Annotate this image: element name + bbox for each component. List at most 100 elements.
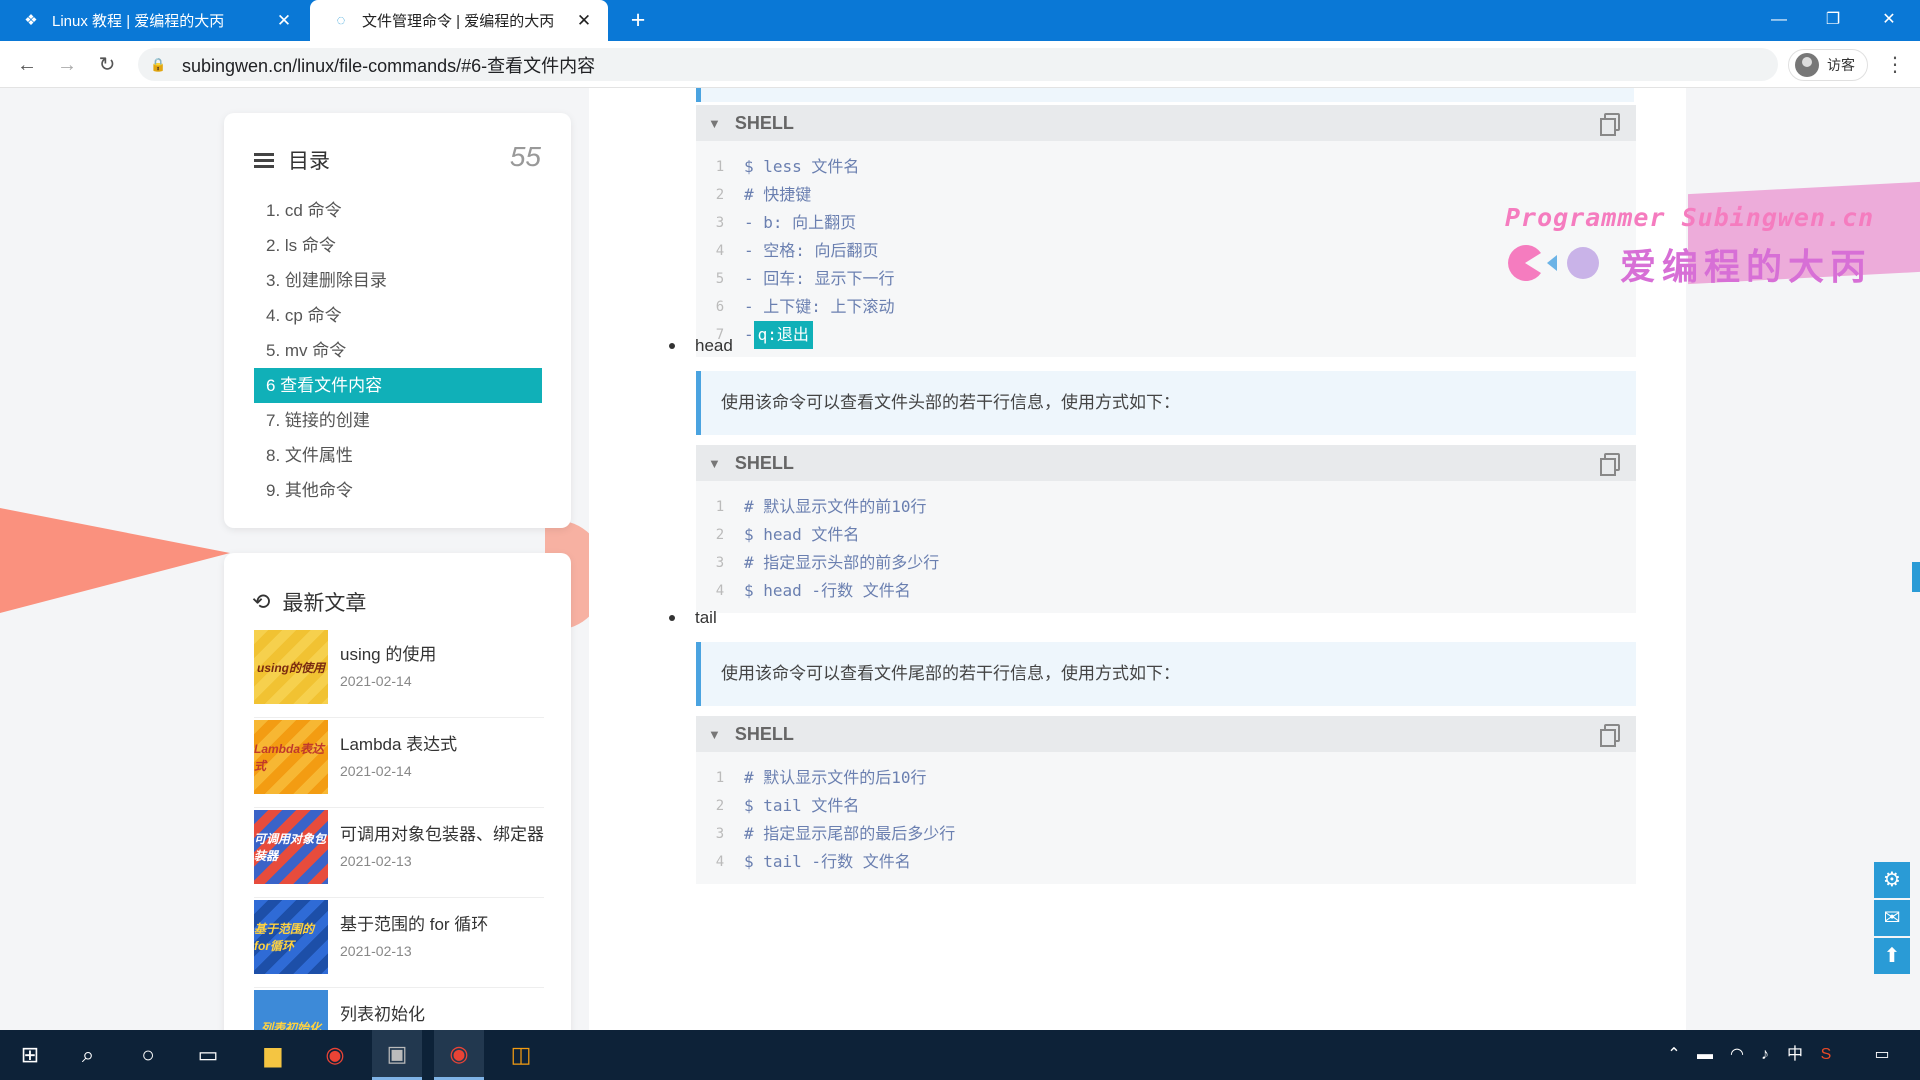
site-favicon-icon: ❖ xyxy=(24,11,38,29)
code-line: 2 $ head 文件名 xyxy=(715,525,860,544)
post-title[interactable]: 可调用对象包装器、绑定器 xyxy=(340,820,544,845)
post-title[interactable]: using 的使用 xyxy=(340,640,436,665)
recent-post[interactable]: Lambda表达式 Lambda 表达式 2021-02-14 xyxy=(254,718,544,808)
copy-icon[interactable] xyxy=(1600,724,1620,747)
browser-tab-linux-tutorial[interactable]: ❖ Linux 教程 | 爱编程的大丙 ✕ xyxy=(0,0,308,41)
code-language: SHELL xyxy=(734,112,794,133)
recent-post[interactable]: using的使用 using 的使用 2021-02-14 xyxy=(254,628,544,718)
forward-arrow-icon[interactable]: → xyxy=(52,50,82,80)
code-line: 2 # 快捷键 xyxy=(715,185,812,204)
bullet-text: head xyxy=(695,336,733,355)
profile-button[interactable]: 访客 xyxy=(1788,49,1868,81)
post-title[interactable]: 基于范围的 for 循环 xyxy=(340,910,488,935)
restore-window-icon[interactable]: ❐ xyxy=(1810,6,1856,34)
toc-item[interactable]: 2. ls 命令 xyxy=(254,228,542,263)
minimize-window-icon[interactable]: — xyxy=(1756,6,1802,34)
back-arrow-icon[interactable]: ← xyxy=(12,50,42,80)
close-tab-icon[interactable]: ✕ xyxy=(574,11,594,31)
scroll-indicator[interactable] xyxy=(1912,562,1920,592)
task-view-icon[interactable]: ▭ xyxy=(183,1030,233,1080)
recent-post[interactable]: 基于范围的for循环 基于范围的 for 循环 2021-02-13 xyxy=(254,898,544,988)
code-language: SHELL xyxy=(734,452,794,473)
code-line: 3 # 指定显示尾部的最后多少行 xyxy=(715,824,956,843)
toc-item-active[interactable]: 6 查看文件内容 xyxy=(254,368,542,403)
post-date: 2021-02-13 xyxy=(340,943,412,959)
battery-icon[interactable]: ▬ xyxy=(1692,1030,1718,1080)
url-text[interactable]: subingwen.cn/linux/file-commands/#6-查看文件… xyxy=(182,52,595,78)
chrome-icon[interactable]: ◉ xyxy=(310,1030,360,1080)
address-bar[interactable]: 🔒 subingwen.cn/linux/file-commands/#6-查看… xyxy=(138,48,1778,81)
thumbnail-text: 基于范围的for循环 xyxy=(254,922,315,953)
close-window-icon[interactable]: ✕ xyxy=(1866,6,1912,34)
new-tab-button[interactable]: + xyxy=(625,7,651,33)
post-thumbnail[interactable]: using的使用 xyxy=(254,630,328,704)
site-watermark-logo: Programmer Subingwen.cn 爱编程的大丙 xyxy=(1500,203,1873,293)
copy-icon[interactable] xyxy=(1600,453,1620,476)
code-block-header[interactable]: ▼ SHELL xyxy=(696,105,1636,141)
code-block: ▼ SHELL 1 $ less 文件名 2 # 快捷键 3- b: 向上翻页 4-… xyxy=(696,105,1636,357)
post-date: 2021-02-13 xyxy=(340,853,412,869)
volume-icon[interactable]: ♪ xyxy=(1752,1030,1778,1080)
highlighted-text: q:退出 xyxy=(753,321,813,349)
history-icon: ⟲ xyxy=(252,589,271,614)
post-title[interactable]: Lambda 表达式 xyxy=(340,730,457,755)
chevron-down-icon[interactable]: ▼ xyxy=(708,116,721,131)
close-tab-icon[interactable]: ✕ xyxy=(274,11,294,31)
reload-icon[interactable]: ↻ xyxy=(92,50,122,80)
toc-item[interactable]: 8. 文件属性 xyxy=(254,438,542,473)
post-thumbnail[interactable]: 列表初始化 xyxy=(254,990,328,1030)
code-block-header[interactable]: ▼ SHELL xyxy=(696,445,1636,481)
app-window-icon[interactable]: ▣ xyxy=(372,1030,422,1080)
post-thumbnail[interactable]: Lambda表达式 xyxy=(254,720,328,794)
chevron-down-icon[interactable]: ▼ xyxy=(708,727,721,742)
recent-post[interactable]: 列表初始化 列表初始化 xyxy=(254,988,544,1030)
toc-header: 目录 xyxy=(254,145,330,175)
back-to-top-icon[interactable]: ⬆ xyxy=(1874,938,1910,974)
browser-tab-file-commands[interactable]: ◌ 文件管理命令 | 爱编程的大丙 ✕ xyxy=(310,0,608,41)
toc-item[interactable]: 9. 其他命令 xyxy=(254,473,542,508)
sogou-input-icon[interactable]: S xyxy=(1812,1030,1840,1080)
code-line: 2 $ tail 文件名 xyxy=(715,796,860,815)
code-line: 6- 上下键: 上下滚动 xyxy=(715,297,895,316)
cortana-icon[interactable]: ○ xyxy=(123,1030,173,1080)
browser-toolbar: ← → ↻ 🔒 subingwen.cn/linux/file-commands… xyxy=(0,41,1920,88)
code-line: 4- 空格: 向后翻页 xyxy=(715,241,879,260)
lock-icon[interactable]: 🔒 xyxy=(150,57,168,73)
copy-icon[interactable] xyxy=(1600,113,1620,136)
code-block-header[interactable]: ▼ SHELL xyxy=(696,716,1636,752)
notification-center-icon[interactable]: ▭ xyxy=(1864,1030,1900,1080)
toc-item[interactable]: 4. cp 命令 xyxy=(254,298,542,333)
list-icon xyxy=(254,150,274,171)
file-explorer-icon[interactable]: ▆ xyxy=(248,1030,298,1080)
app-icon[interactable]: ◫ xyxy=(496,1030,546,1080)
post-thumbnail[interactable]: 基于范围的for循环 xyxy=(254,900,328,974)
thumbnail-text: 可调用对象包装器 xyxy=(254,832,327,863)
ime-indicator[interactable]: 中 xyxy=(1782,1030,1808,1080)
recent-post[interactable]: 可调用对象包装器 可调用对象包装器、绑定器 2021-02-13 xyxy=(254,808,544,898)
toc-item[interactable]: 7. 链接的创建 xyxy=(254,403,542,438)
settings-gear-icon[interactable]: ⚙ xyxy=(1874,862,1910,898)
search-icon[interactable]: ⌕ xyxy=(63,1030,113,1080)
wifi-icon[interactable]: ◠ xyxy=(1724,1030,1750,1080)
pacman-logo-icon xyxy=(1508,245,1599,281)
chat-icon[interactable]: ✉ xyxy=(1874,900,1910,936)
toc-item[interactable]: 1. cd 命令 xyxy=(254,193,542,228)
toc-list: 1. cd 命令 2. ls 命令 3. 创建删除目录 4. cp 命令 5. … xyxy=(254,193,542,508)
windows-taskbar: ⊞ ⌕ ○ ▭ ▆ ◉ ▣ ◉ ◫ ⌃ ▬ ◠ ♪ 中 S ▭ xyxy=(0,1030,1920,1080)
toc-item[interactable]: 3. 创建删除目录 xyxy=(254,263,542,298)
post-date: 2021-02-14 xyxy=(340,763,412,779)
windows-start-icon[interactable]: ⊞ xyxy=(5,1030,55,1080)
browser-menu-icon[interactable]: ⋮ xyxy=(1880,50,1910,80)
code-line: 4 $ tail -行数 文件名 xyxy=(715,852,911,871)
watermark-line2: 爱编程的大丙 xyxy=(1620,246,1873,287)
post-title[interactable]: 列表初始化 xyxy=(340,1000,425,1025)
note-block: 使用该命令可以查看文件头部的若干行信息，使用方式如下： xyxy=(696,371,1636,435)
chevron-down-icon[interactable]: ▼ xyxy=(708,456,721,471)
thumbnail-text: 列表初始化 xyxy=(260,1020,321,1031)
tray-chevron-up-icon[interactable]: ⌃ xyxy=(1662,1030,1686,1080)
tab-title: Linux 教程 | 爱编程的大丙 xyxy=(52,13,225,30)
toc-item[interactable]: 5. mv 命令 xyxy=(254,333,542,368)
chrome-active-icon[interactable]: ◉ xyxy=(434,1030,484,1080)
post-thumbnail[interactable]: 可调用对象包装器 xyxy=(254,810,328,884)
code-language: SHELL xyxy=(734,723,794,744)
